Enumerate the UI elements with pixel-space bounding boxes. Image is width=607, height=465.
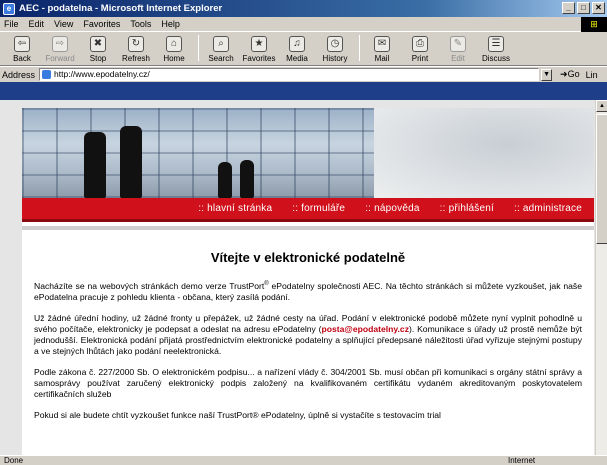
home-icon: ⌂ bbox=[166, 36, 182, 52]
stop-button[interactable]: ✖ Stop bbox=[80, 36, 116, 63]
links-button[interactable]: Lin bbox=[586, 70, 598, 80]
toolbar-separator bbox=[359, 35, 360, 61]
nav-formulare[interactable]: :: formuláře bbox=[292, 203, 345, 214]
address-url: http://www.epodatelny.cz/ bbox=[54, 69, 150, 79]
back-arrow-icon: ⇦ bbox=[14, 36, 30, 52]
scroll-up-button[interactable]: ▲ bbox=[596, 100, 607, 112]
window-title: AEC - podatelna - Microsoft Internet Exp… bbox=[19, 3, 223, 14]
trial-paragraph: Pokud si ale budete chtít vyzkoušet funk… bbox=[34, 409, 441, 420]
search-icon: ⌕ bbox=[213, 36, 229, 52]
intro-paragraph: Nacházíte se na webových stránkách demo … bbox=[34, 280, 583, 302]
zone-indicator: Internet bbox=[508, 456, 536, 465]
minimize-button[interactable]: _ bbox=[562, 2, 575, 14]
page-title: Vítejte v elektronické podatelně bbox=[210, 250, 406, 265]
edit-icon: ✎ bbox=[450, 36, 466, 52]
email-link[interactable]: posta@epodatelny.cz bbox=[322, 324, 410, 334]
mail-button[interactable]: ✉ Mail bbox=[364, 36, 400, 63]
home-button[interactable]: ⌂ Home bbox=[156, 36, 192, 63]
browser-chrome: File Edit View Favorites Tools Help ⊞ ⇦ B… bbox=[0, 17, 607, 82]
nav-prihlaseni[interactable]: :: přihlášení bbox=[440, 203, 494, 214]
windows-flag-icon: ⊞ bbox=[581, 17, 607, 32]
refresh-icon: ↻ bbox=[128, 36, 144, 52]
address-bar: Address http://www.epodatelny.cz/ ▼ ➜Go … bbox=[0, 66, 607, 82]
go-button[interactable]: ➜Go bbox=[560, 69, 580, 80]
glass-facade-graphic bbox=[22, 108, 382, 198]
close-button[interactable]: ✕ bbox=[592, 2, 605, 14]
page-icon bbox=[42, 70, 52, 79]
web-page: :: hlavní stránka :: formuláře :: nápově… bbox=[22, 108, 594, 455]
menu-file[interactable]: File bbox=[4, 19, 19, 29]
history-icon: ◷ bbox=[327, 36, 343, 52]
nav-napoveda[interactable]: :: nápověda bbox=[365, 203, 419, 214]
stop-icon: ✖ bbox=[90, 36, 106, 52]
forward-arrow-icon: ⇨ bbox=[52, 36, 68, 52]
menu-tools[interactable]: Tools bbox=[130, 19, 151, 29]
nav-administrace[interactable]: :: administrace bbox=[514, 203, 582, 214]
business-person-figure bbox=[218, 162, 232, 198]
vertical-scrollbar[interactable]: ▲ bbox=[595, 100, 607, 455]
window-controls: _ □ ✕ bbox=[562, 2, 605, 14]
menu-bar: File Edit View Favorites Tools Help ⊞ bbox=[0, 17, 607, 32]
maximize-button[interactable]: □ bbox=[577, 2, 590, 14]
ie-logo-icon: e bbox=[3, 2, 15, 15]
edit-button[interactable]: ✎ Edit bbox=[440, 36, 476, 63]
browser-viewport[interactable]: :: hlavní stránka :: formuláře :: nápově… bbox=[0, 100, 607, 455]
refresh-button[interactable]: ↻ Refresh bbox=[118, 36, 154, 63]
discuss-icon: ☰ bbox=[488, 36, 504, 52]
benefits-paragraph: Už žádné úřední hodiny, už žádné fronty … bbox=[34, 312, 583, 356]
print-icon: ⎙ bbox=[412, 36, 428, 52]
history-button[interactable]: ◷ History bbox=[317, 36, 353, 63]
favorites-icon: ★ bbox=[251, 36, 267, 52]
discuss-button[interactable]: ☰ Discuss bbox=[478, 36, 514, 63]
forward-button[interactable]: ⇨ Forward bbox=[42, 36, 78, 63]
standard-toolbar: ⇦ Back ⇨ Forward ✖ Stop ↻ Refresh ⌂ Home ⌕ Sea… bbox=[0, 32, 607, 66]
back-button[interactable]: ⇦ Back bbox=[4, 36, 40, 63]
print-button[interactable]: ⎙ Print bbox=[402, 36, 438, 63]
header-banner-image bbox=[22, 108, 594, 198]
legal-paragraph: Podle zákona č. 227/2000 Sb. O elektroni… bbox=[34, 366, 582, 399]
favorites-button[interactable]: ★ Favorites bbox=[241, 36, 277, 63]
menu-edit[interactable]: Edit bbox=[29, 19, 45, 29]
menu-help[interactable]: Help bbox=[161, 19, 180, 29]
address-input[interactable]: http://www.epodatelny.cz/ bbox=[39, 68, 540, 81]
search-button[interactable]: ⌕ Search bbox=[203, 36, 239, 63]
go-arrow-icon: ➜ bbox=[560, 69, 568, 79]
scroll-thumb[interactable] bbox=[596, 114, 607, 244]
address-label: Address bbox=[2, 69, 36, 80]
toolbar-separator bbox=[198, 35, 199, 61]
media-icon: ♫ bbox=[289, 36, 305, 52]
divider bbox=[22, 226, 594, 230]
business-person-figure bbox=[240, 160, 254, 198]
mail-icon: ✉ bbox=[374, 36, 390, 52]
menu-view[interactable]: View bbox=[54, 19, 73, 29]
nav-hlavni-stranka[interactable]: :: hlavní stránka bbox=[198, 203, 272, 214]
status-text: Done bbox=[4, 456, 24, 465]
media-button[interactable]: ♫ Media bbox=[279, 36, 315, 63]
business-person-figure bbox=[84, 132, 106, 198]
address-dropdown-button[interactable]: ▼ bbox=[541, 68, 553, 81]
main-navigation: :: hlavní stránka :: formuláře :: nápově… bbox=[22, 198, 594, 222]
window-title-bar[interactable]: e AEC - podatelna - Microsoft Internet E… bbox=[0, 0, 607, 17]
main-content: Vítejte v elektronické podatelně Nachází… bbox=[22, 238, 594, 431]
menu-favorites[interactable]: Favorites bbox=[83, 19, 120, 29]
status-bar: Done Internet bbox=[0, 455, 607, 465]
business-person-figure bbox=[120, 126, 142, 198]
world-map-graphic bbox=[374, 108, 594, 198]
